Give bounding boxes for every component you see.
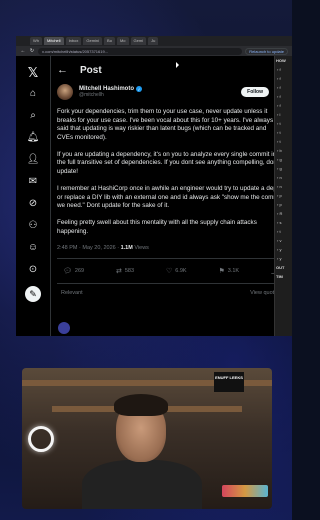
ide-tree-item[interactable]: › y — [275, 254, 292, 263]
ide-tree-item[interactable]: › l — [275, 110, 292, 119]
person-hair — [114, 394, 168, 416]
webcam-overlay: ENUFF LEEKS — [22, 368, 272, 509]
mouse-cursor — [176, 62, 179, 68]
ide-tree-item[interactable]: › t — [275, 137, 292, 146]
reply-avatar[interactable] — [58, 322, 70, 334]
reply-button[interactable]: 💬︎ 269 — [63, 266, 84, 276]
tab-bar: Wh Mitchell Inbox Gemini Bo Mo Gemi Ju — [16, 36, 292, 46]
compose-post-button[interactable]: ✎ — [25, 286, 41, 302]
post-paragraph: Fork your dependencies, trim them to you… — [57, 108, 274, 141]
repost-button[interactable]: ⇄ 583 — [116, 266, 134, 276]
home-icon[interactable]: ⌂ — [27, 88, 39, 100]
ring-light — [28, 426, 54, 452]
tab[interactable]: Wh — [30, 37, 42, 45]
author-names: Mitchell Hashimoto ✓ @mitchellh — [79, 86, 235, 98]
bookmark-count: 3.1K — [227, 268, 240, 275]
tab[interactable]: Bo — [104, 37, 115, 45]
reply-count: 269 — [74, 268, 85, 275]
ide-tree-item[interactable]: › f — [275, 83, 292, 92]
ide-tree-item[interactable]: › y — [275, 245, 292, 254]
url-field[interactable]: x.com/mitchellh/status/2057371619... — [38, 47, 243, 55]
relevant-sort-dropdown[interactable]: Relevant — [61, 290, 83, 296]
reply-icon: 💬︎ — [63, 268, 72, 276]
post-paragraph: Feeling pretty swell about this mentalit… — [57, 219, 257, 236]
bookmark-icon: ⚑ — [218, 268, 225, 276]
ide-tree-item[interactable]: › t — [275, 128, 292, 137]
ide-tree-item[interactable]: › g — [275, 164, 292, 173]
tab-active[interactable]: Mitchell — [44, 37, 64, 45]
ide-tree-item[interactable]: › t — [275, 119, 292, 128]
messages-icon[interactable]: ✉︎ — [27, 176, 39, 188]
ide-tree-item[interactable]: › n — [275, 182, 292, 191]
left-nav: 𝕏 ⌂ ⌕ 🔔︎ 👤︎ ✉︎ ⊘ ⚇ ☺︎ ⊙ ✎ — [16, 56, 50, 336]
shelf-sign: ENUFF LEEKS — [214, 372, 244, 392]
post-paragraph: If you are updating a dependency, it's o… — [57, 150, 279, 176]
repost-icon: ⇄ — [115, 268, 122, 276]
ide-tree-item[interactable]: › b — [275, 146, 292, 155]
view-count: 1.1M — [120, 245, 133, 252]
author-handle[interactable]: @mitchellh — [79, 92, 235, 98]
author-row: Mitchell Hashimoto ✓ @mitchellh Follow ⋯ — [57, 84, 284, 100]
post-timestamp[interactable]: 2:48 PM · May 20, 2026 · — [57, 245, 119, 251]
address-bar: ← ↻ x.com/mitchellh/status/2057371619...… — [16, 46, 292, 56]
rgb-lights — [222, 485, 268, 497]
tab[interactable]: Mo — [116, 37, 129, 45]
bookmark-button[interactable]: ⚑ 3.1K — [218, 266, 239, 276]
repost-count: 583 — [124, 268, 135, 275]
tab[interactable]: Gemini — [83, 37, 103, 45]
ide-tree-item[interactable]: › n — [275, 173, 292, 182]
ide-timeline-label[interactable]: TIM — [275, 272, 292, 281]
notifications-icon[interactable]: 🔔︎ — [27, 132, 40, 144]
tab[interactable]: Ju — [148, 37, 159, 45]
ide-tree-item[interactable]: › f — [275, 101, 292, 110]
post-paragraph: I remember at HashiCorp once in awhile a… — [57, 185, 282, 210]
back-arrow-icon[interactable]: ← — [57, 64, 68, 76]
browser-window: Wh Mitchell Inbox Gemini Bo Mo Gemi Ju ←… — [16, 36, 292, 336]
post-detail: ← Post Mitchell Hashimoto ✓ @mitchellh F… — [50, 56, 292, 336]
search-icon[interactable]: ⌕ — [27, 110, 39, 122]
post-meta: 2:48 PM · May 20, 2026 · 1.1M Views — [57, 245, 284, 260]
ide-tree-item[interactable]: › g — [275, 155, 292, 164]
grok-icon[interactable]: ⊘ — [27, 198, 39, 210]
ide-tree-item[interactable]: › f — [275, 92, 292, 101]
tab[interactable]: Inbox — [65, 37, 82, 45]
person-body — [82, 460, 202, 509]
ide-outline-label[interactable]: OUT — [275, 263, 292, 272]
communities-icon[interactable]: ⚇ — [27, 220, 39, 232]
ide-side-panel: HOW › f › f › f › f › f › l › t › t › t … — [274, 56, 292, 336]
avatar[interactable] — [57, 84, 73, 100]
profile-icon[interactable]: ☺︎ — [27, 242, 39, 254]
ide-tree-item[interactable]: › f — [275, 65, 292, 74]
follow-people-icon[interactable]: 👤︎ — [27, 154, 40, 166]
views-label: Views — [134, 245, 149, 252]
post-header: ← Post — [57, 64, 284, 76]
ide-tree-item[interactable]: › p — [275, 200, 292, 209]
ide-tree-item[interactable]: › R — [275, 209, 292, 218]
heart-icon: ♡ — [165, 268, 173, 276]
verified-badge-icon: ✓ — [136, 86, 143, 92]
page-title: Post — [80, 64, 102, 76]
x-app: 𝕏 ⌂ ⌕ 🔔︎ 👤︎ ✉︎ ⊘ ⚇ ☺︎ ⊙ ✎ ← Post Mitchel… — [16, 56, 292, 336]
ide-header: HOW — [276, 58, 286, 63]
ide-tree-item[interactable]: › p — [275, 191, 292, 200]
ide-tree-item[interactable]: › t — [275, 227, 292, 236]
relaunch-button[interactable]: Relaunch to update — [245, 47, 288, 55]
ide-tree-item[interactable]: › s — [275, 218, 292, 227]
reload-icon[interactable]: ↻ — [29, 48, 35, 54]
post-text: Fork your dependencies, trim them to you… — [57, 108, 284, 237]
post-actions: 💬︎ 269 ⇄ 583 ♡ 6.9K ⚑ 3.1K ⤴ — [57, 259, 284, 285]
like-button[interactable]: ♡ 6.9K — [166, 266, 187, 276]
reply-sort-row: Relevant View quotes — [57, 284, 284, 302]
more-icon[interactable]: ⊙ — [27, 264, 39, 276]
ide-tree-item[interactable]: › f — [275, 74, 292, 83]
back-nav-icon[interactable]: ← — [20, 48, 26, 54]
x-logo-icon[interactable]: 𝕏 — [27, 66, 39, 79]
tab[interactable]: Gemi — [130, 37, 147, 45]
follow-button[interactable]: Follow — [241, 87, 269, 97]
like-count: 6.9K — [175, 268, 187, 275]
ide-tree-item[interactable]: › v — [275, 236, 292, 245]
